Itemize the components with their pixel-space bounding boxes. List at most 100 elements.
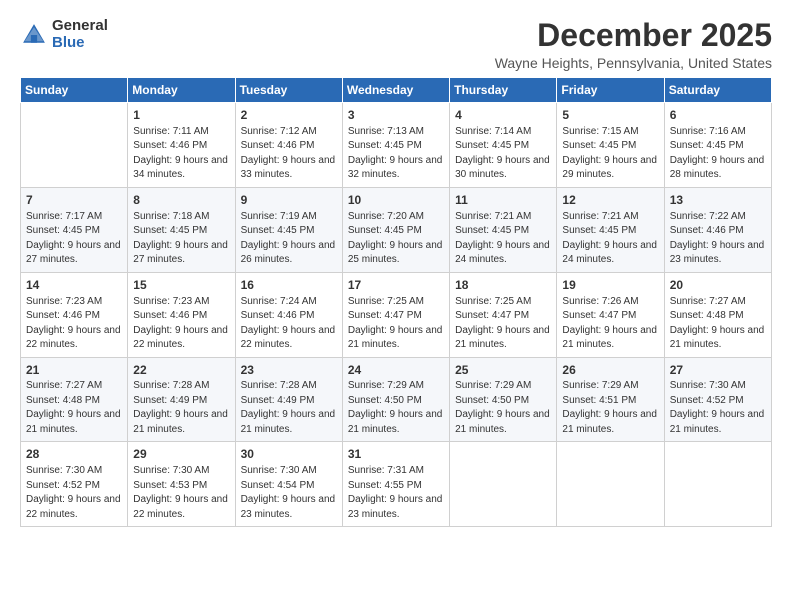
cell-info: Sunrise: 7:17 AMSunset: 4:45 PMDaylight:…	[26, 210, 122, 268]
col-header-thursday: Thursday	[450, 78, 557, 103]
cell-day-number: 15	[133, 277, 229, 294]
cell-day-number: 2	[241, 107, 337, 124]
cell-day-number: 26	[562, 362, 658, 379]
logo: General Blue	[20, 18, 108, 51]
calendar-cell: 27Sunrise: 7:30 AMSunset: 4:52 PMDayligh…	[664, 357, 771, 442]
col-header-monday: Monday	[128, 78, 235, 103]
cell-day-number: 4	[455, 107, 551, 124]
cell-day-number: 1	[133, 107, 229, 124]
cell-day-number: 28	[26, 446, 122, 463]
cell-day-number: 21	[26, 362, 122, 379]
cell-day-number: 14	[26, 277, 122, 294]
calendar-cell: 11Sunrise: 7:21 AMSunset: 4:45 PMDayligh…	[450, 187, 557, 272]
cell-info: Sunrise: 7:21 AMSunset: 4:45 PMDaylight:…	[562, 210, 658, 268]
cell-info: Sunrise: 7:16 AMSunset: 4:45 PMDaylight:…	[670, 125, 766, 183]
calendar-cell: 18Sunrise: 7:25 AMSunset: 4:47 PMDayligh…	[450, 272, 557, 357]
calendar-cell	[557, 442, 664, 527]
calendar-week-row: 7Sunrise: 7:17 AMSunset: 4:45 PMDaylight…	[21, 187, 772, 272]
cell-info: Sunrise: 7:29 AMSunset: 4:50 PMDaylight:…	[455, 379, 551, 437]
calendar-cell: 16Sunrise: 7:24 AMSunset: 4:46 PMDayligh…	[235, 272, 342, 357]
cell-info: Sunrise: 7:19 AMSunset: 4:45 PMDaylight:…	[241, 210, 337, 268]
cell-info: Sunrise: 7:29 AMSunset: 4:51 PMDaylight:…	[562, 379, 658, 437]
col-header-saturday: Saturday	[664, 78, 771, 103]
col-header-friday: Friday	[557, 78, 664, 103]
cell-day-number: 24	[348, 362, 444, 379]
calendar-cell	[450, 442, 557, 527]
calendar-cell: 3Sunrise: 7:13 AMSunset: 4:45 PMDaylight…	[342, 103, 449, 188]
calendar-cell: 30Sunrise: 7:30 AMSunset: 4:54 PMDayligh…	[235, 442, 342, 527]
cell-info: Sunrise: 7:27 AMSunset: 4:48 PMDaylight:…	[670, 295, 766, 353]
calendar-cell	[21, 103, 128, 188]
calendar-cell: 10Sunrise: 7:20 AMSunset: 4:45 PMDayligh…	[342, 187, 449, 272]
cell-info: Sunrise: 7:26 AMSunset: 4:47 PMDaylight:…	[562, 295, 658, 353]
cell-day-number: 27	[670, 362, 766, 379]
calendar-cell: 19Sunrise: 7:26 AMSunset: 4:47 PMDayligh…	[557, 272, 664, 357]
cell-info: Sunrise: 7:15 AMSunset: 4:45 PMDaylight:…	[562, 125, 658, 183]
calendar-cell: 5Sunrise: 7:15 AMSunset: 4:45 PMDaylight…	[557, 103, 664, 188]
title-block: December 2025 Wayne Heights, Pennsylvani…	[495, 18, 772, 71]
cell-info: Sunrise: 7:23 AMSunset: 4:46 PMDaylight:…	[133, 295, 229, 353]
cell-info: Sunrise: 7:27 AMSunset: 4:48 PMDaylight:…	[26, 379, 122, 437]
cell-day-number: 22	[133, 362, 229, 379]
calendar-week-row: 28Sunrise: 7:30 AMSunset: 4:52 PMDayligh…	[21, 442, 772, 527]
calendar-cell: 25Sunrise: 7:29 AMSunset: 4:50 PMDayligh…	[450, 357, 557, 442]
cell-day-number: 3	[348, 107, 444, 124]
cell-day-number: 9	[241, 192, 337, 209]
cell-info: Sunrise: 7:20 AMSunset: 4:45 PMDaylight:…	[348, 210, 444, 268]
col-header-wednesday: Wednesday	[342, 78, 449, 103]
calendar-cell: 26Sunrise: 7:29 AMSunset: 4:51 PMDayligh…	[557, 357, 664, 442]
header: General Blue December 2025 Wayne Heights…	[20, 18, 772, 71]
cell-info: Sunrise: 7:30 AMSunset: 4:52 PMDaylight:…	[26, 464, 122, 522]
calendar-cell: 31Sunrise: 7:31 AMSunset: 4:55 PMDayligh…	[342, 442, 449, 527]
calendar-cell: 4Sunrise: 7:14 AMSunset: 4:45 PMDaylight…	[450, 103, 557, 188]
col-header-tuesday: Tuesday	[235, 78, 342, 103]
cell-day-number: 30	[241, 446, 337, 463]
cell-info: Sunrise: 7:31 AMSunset: 4:55 PMDaylight:…	[348, 464, 444, 522]
cell-info: Sunrise: 7:25 AMSunset: 4:47 PMDaylight:…	[348, 295, 444, 353]
logo-blue-text: Blue	[52, 35, 108, 52]
logo-text: General Blue	[52, 18, 108, 51]
calendar-cell: 1Sunrise: 7:11 AMSunset: 4:46 PMDaylight…	[128, 103, 235, 188]
cell-info: Sunrise: 7:30 AMSunset: 4:53 PMDaylight:…	[133, 464, 229, 522]
cell-day-number: 19	[562, 277, 658, 294]
calendar-cell: 7Sunrise: 7:17 AMSunset: 4:45 PMDaylight…	[21, 187, 128, 272]
cell-day-number: 8	[133, 192, 229, 209]
calendar-cell: 15Sunrise: 7:23 AMSunset: 4:46 PMDayligh…	[128, 272, 235, 357]
calendar-cell: 22Sunrise: 7:28 AMSunset: 4:49 PMDayligh…	[128, 357, 235, 442]
cell-info: Sunrise: 7:29 AMSunset: 4:50 PMDaylight:…	[348, 379, 444, 437]
cell-day-number: 7	[26, 192, 122, 209]
calendar-cell: 21Sunrise: 7:27 AMSunset: 4:48 PMDayligh…	[21, 357, 128, 442]
calendar-cell: 2Sunrise: 7:12 AMSunset: 4:46 PMDaylight…	[235, 103, 342, 188]
cell-info: Sunrise: 7:13 AMSunset: 4:45 PMDaylight:…	[348, 125, 444, 183]
calendar-cell: 28Sunrise: 7:30 AMSunset: 4:52 PMDayligh…	[21, 442, 128, 527]
cell-info: Sunrise: 7:25 AMSunset: 4:47 PMDaylight:…	[455, 295, 551, 353]
cell-info: Sunrise: 7:21 AMSunset: 4:45 PMDaylight:…	[455, 210, 551, 268]
cell-day-number: 6	[670, 107, 766, 124]
logo-icon	[20, 21, 48, 49]
cell-info: Sunrise: 7:24 AMSunset: 4:46 PMDaylight:…	[241, 295, 337, 353]
calendar-header-row: SundayMondayTuesdayWednesdayThursdayFrid…	[21, 78, 772, 103]
cell-info: Sunrise: 7:14 AMSunset: 4:45 PMDaylight:…	[455, 125, 551, 183]
calendar-cell: 6Sunrise: 7:16 AMSunset: 4:45 PMDaylight…	[664, 103, 771, 188]
cell-day-number: 16	[241, 277, 337, 294]
cell-info: Sunrise: 7:18 AMSunset: 4:45 PMDaylight:…	[133, 210, 229, 268]
cell-info: Sunrise: 7:23 AMSunset: 4:46 PMDaylight:…	[26, 295, 122, 353]
calendar-cell: 17Sunrise: 7:25 AMSunset: 4:47 PMDayligh…	[342, 272, 449, 357]
cell-day-number: 17	[348, 277, 444, 294]
month-title: December 2025	[495, 18, 772, 53]
cell-info: Sunrise: 7:22 AMSunset: 4:46 PMDaylight:…	[670, 210, 766, 268]
cell-day-number: 29	[133, 446, 229, 463]
logo-general-text: General	[52, 18, 108, 35]
cell-day-number: 12	[562, 192, 658, 209]
cell-day-number: 5	[562, 107, 658, 124]
calendar-week-row: 21Sunrise: 7:27 AMSunset: 4:48 PMDayligh…	[21, 357, 772, 442]
calendar-cell: 20Sunrise: 7:27 AMSunset: 4:48 PMDayligh…	[664, 272, 771, 357]
page: General Blue December 2025 Wayne Heights…	[0, 0, 792, 612]
calendar-cell: 24Sunrise: 7:29 AMSunset: 4:50 PMDayligh…	[342, 357, 449, 442]
calendar-table: SundayMondayTuesdayWednesdayThursdayFrid…	[20, 77, 772, 527]
cell-info: Sunrise: 7:12 AMSunset: 4:46 PMDaylight:…	[241, 125, 337, 183]
cell-day-number: 18	[455, 277, 551, 294]
calendar-cell: 8Sunrise: 7:18 AMSunset: 4:45 PMDaylight…	[128, 187, 235, 272]
cell-info: Sunrise: 7:28 AMSunset: 4:49 PMDaylight:…	[133, 379, 229, 437]
cell-day-number: 11	[455, 192, 551, 209]
